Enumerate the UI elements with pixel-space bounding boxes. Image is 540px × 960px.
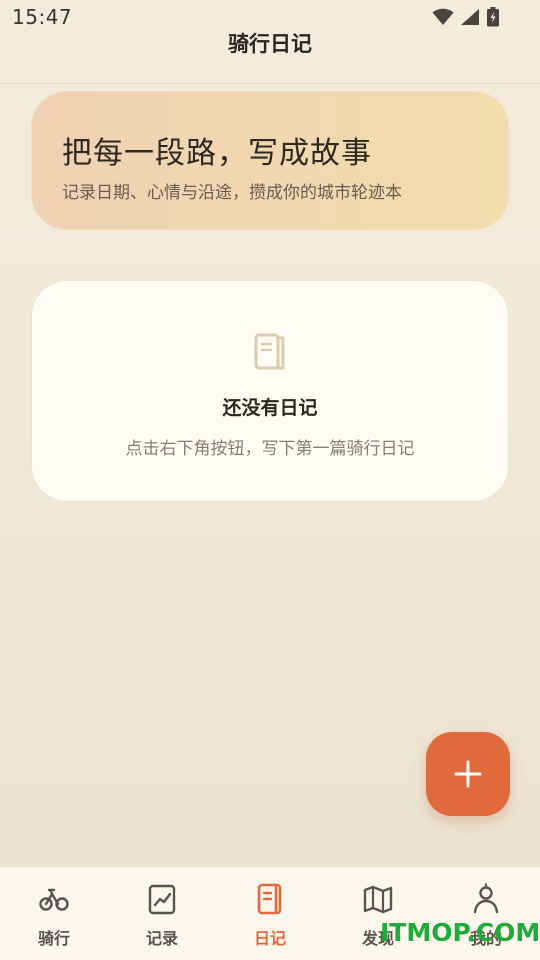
nav-label-diary: 日记 (253, 929, 286, 948)
bicycle-icon (39, 888, 69, 911)
status-time: 15:47 (12, 5, 73, 29)
app-header: 骑行日记 (0, 34, 540, 84)
notebook-icon (254, 333, 285, 370)
watermark: ITMOP.COM (380, 918, 540, 947)
nav-item-ride[interactable]: 骑行 (0, 867, 108, 960)
hero-title: 把每一段路，写成故事 (62, 136, 372, 171)
hero-banner: 把每一段路，写成故事 记录日期、心情与沿途，攒成你的城市轮迹本 (31, 91, 509, 230)
status-bar: 15:47 (0, 0, 540, 34)
hero-subtitle: 记录日期、心情与沿途，攒成你的城市轮迹本 (62, 183, 402, 203)
empty-state-title: 还没有日记 (222, 397, 318, 419)
add-diary-button[interactable] (426, 732, 510, 816)
diary-icon (257, 883, 282, 915)
cellular-signal-icon (461, 9, 479, 25)
nav-item-records[interactable]: 记录 (108, 867, 216, 960)
empty-state-description: 点击右下角按钮，写下第一篇骑行日记 (125, 439, 415, 459)
plus-icon (454, 760, 482, 788)
status-icons (432, 7, 500, 27)
battery-charging-icon (487, 7, 499, 27)
wifi-icon (432, 8, 454, 25)
nav-item-diary[interactable]: 日记 (216, 867, 324, 960)
chart-icon (148, 884, 176, 915)
map-icon (363, 885, 393, 914)
nav-label-records: 记录 (145, 929, 178, 948)
page-title: 骑行日记 (228, 32, 312, 56)
profile-icon (473, 883, 499, 914)
empty-state-card: 还没有日记 点击右下角按钮，写下第一篇骑行日记 (31, 280, 509, 502)
nav-label-ride: 骑行 (37, 929, 70, 948)
